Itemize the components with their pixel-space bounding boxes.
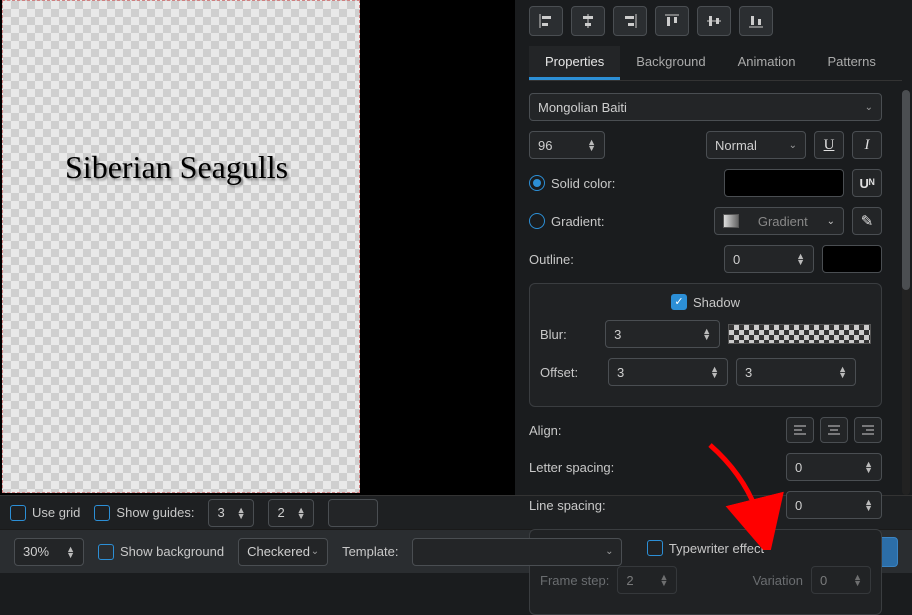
edit-gradient-button[interactable]: ✎	[852, 207, 882, 235]
solid-color-swatch[interactable]	[724, 169, 844, 197]
chevron-down-icon: ⌄	[311, 546, 319, 557]
background-mode-value: Checkered	[247, 544, 310, 559]
checkbox-off-icon	[647, 540, 663, 556]
blur-spinner[interactable]: 3 ▲▼	[605, 320, 720, 348]
offset-y-spinner[interactable]: 3 ▲▼	[736, 358, 856, 386]
guides-cols-spinner[interactable]: 3 ▲▼	[208, 499, 254, 527]
canvas-area: Siberian Seagulls	[0, 0, 515, 495]
guides-text-input[interactable]	[328, 499, 378, 527]
align-vertical-centers-icon[interactable]	[697, 6, 731, 36]
solid-color-label: Solid color:	[551, 176, 615, 191]
chevron-down-icon: ⌄	[789, 140, 797, 151]
tab-animation[interactable]: Animation	[722, 46, 812, 80]
gradient-select[interactable]: Gradient ⌄	[714, 207, 844, 235]
frame-step-value: 2	[626, 573, 633, 588]
show-background-label: Show background	[120, 544, 224, 559]
background-mode-select[interactable]: Checkered ⌄	[238, 538, 328, 566]
text-align-right-button[interactable]	[854, 417, 882, 443]
font-weight-select[interactable]: Normal ⌄	[706, 131, 806, 159]
line-spacing-value: 0	[795, 498, 802, 513]
chevron-down-icon: ⌄	[827, 216, 835, 227]
shadow-color-swatch[interactable]	[728, 324, 871, 344]
typewriter-checkbox[interactable]: Typewriter effect	[647, 540, 764, 556]
offset-x-value: 3	[617, 365, 624, 380]
template-select[interactable]: ⌄	[412, 538, 622, 566]
gradient-placeholder: Gradient	[758, 214, 808, 229]
checkbox-on-icon	[671, 294, 687, 310]
zoom-spinner[interactable]: 30% ▲▼	[14, 538, 84, 566]
align-left-edges-icon[interactable]	[529, 6, 563, 36]
line-spacing-label: Line spacing:	[529, 498, 629, 513]
font-family-value: Mongolian Baiti	[538, 100, 627, 115]
checkbox-off-icon	[98, 544, 114, 560]
italic-button[interactable]: I	[852, 131, 882, 159]
outline-width-spinner[interactable]: 0 ▲▼	[724, 245, 814, 273]
text-align-left-button[interactable]	[786, 417, 814, 443]
tab-properties[interactable]: Properties	[529, 46, 620, 80]
checkbox-off-icon	[10, 505, 26, 521]
show-guides-checkbox[interactable]: Show guides:	[94, 505, 194, 521]
line-spacing-spinner[interactable]: 0 ▲▼	[786, 491, 882, 519]
zoom-value: 30%	[23, 544, 49, 559]
chevron-down-icon: ⌄	[605, 546, 613, 557]
chevron-down-icon: ⌄	[865, 102, 873, 113]
offset-x-spinner[interactable]: 3 ▲▼	[608, 358, 728, 386]
outline-label: Outline:	[529, 252, 629, 267]
font-family-select[interactable]: Mongolian Baiti ⌄	[529, 93, 882, 121]
title-text[interactable]: Siberian Seagulls	[65, 149, 288, 186]
variation-label: Variation	[753, 573, 803, 588]
guides-rows-value: 2	[277, 505, 284, 520]
guides-rows-spinner[interactable]: 2 ▲▼	[268, 499, 314, 527]
use-grid-label: Use grid	[32, 505, 80, 520]
letter-spacing-spinner[interactable]: 0 ▲▼	[786, 453, 882, 481]
variation-value: 0	[820, 573, 827, 588]
radio-on-icon	[529, 175, 545, 191]
shadow-group: Shadow Blur: 3 ▲▼ Offset: 3 ▲▼	[529, 283, 882, 407]
offset-label: Offset:	[540, 365, 600, 380]
offset-y-value: 3	[745, 365, 752, 380]
align-bottom-edges-icon[interactable]	[739, 6, 773, 36]
blur-value: 3	[614, 327, 621, 342]
outline-color-swatch[interactable]	[822, 245, 882, 273]
outline-value: 0	[733, 252, 740, 267]
gradient-swatch-icon	[723, 214, 739, 228]
unicolor-button[interactable]: Uᴺ	[852, 169, 882, 197]
scrollbar-thumb[interactable]	[902, 90, 910, 290]
blur-label: Blur:	[540, 327, 597, 342]
variation-spinner: 0 ▲▼	[811, 566, 871, 594]
tab-background[interactable]: Background	[620, 46, 721, 80]
panel-scrollbar[interactable]	[902, 90, 910, 495]
show-background-checkbox[interactable]: Show background	[98, 544, 224, 560]
typewriter-label: Typewriter effect	[669, 541, 764, 556]
radio-off-icon	[529, 213, 545, 229]
align-label: Align:	[529, 423, 629, 438]
frame-step-label: Frame step:	[540, 573, 609, 588]
align-right-edges-icon[interactable]	[613, 6, 647, 36]
underline-button[interactable]: U	[814, 131, 844, 159]
checkbox-off-icon	[94, 505, 110, 521]
font-size-value: 96	[538, 138, 552, 153]
solid-color-radio[interactable]: Solid color:	[529, 175, 615, 191]
title-canvas[interactable]: Siberian Seagulls	[2, 0, 360, 493]
guides-cols-value: 3	[217, 505, 224, 520]
text-align-center-button[interactable]	[820, 417, 848, 443]
frame-step-spinner: 2 ▲▼	[617, 566, 677, 594]
layout-align-toolbar	[529, 6, 902, 36]
shadow-checkbox[interactable]: Shadow	[671, 294, 740, 310]
property-tabs: Properties Background Animation Patterns	[529, 46, 902, 81]
align-horizontal-centers-icon[interactable]	[571, 6, 605, 36]
shadow-label: Shadow	[693, 295, 740, 310]
use-grid-checkbox[interactable]: Use grid	[10, 505, 80, 521]
template-label: Template:	[342, 544, 398, 559]
show-guides-label: Show guides:	[116, 505, 194, 520]
gradient-label: Gradient:	[551, 214, 604, 229]
letter-spacing-label: Letter spacing:	[529, 460, 629, 475]
tab-patterns[interactable]: Patterns	[811, 46, 891, 80]
properties-panel: Properties Background Animation Patterns…	[515, 0, 912, 495]
font-weight-value: Normal	[715, 138, 757, 153]
font-size-spinner[interactable]: 96 ▲▼	[529, 131, 605, 159]
letter-spacing-value: 0	[795, 460, 802, 475]
align-top-edges-icon[interactable]	[655, 6, 689, 36]
gradient-radio[interactable]: Gradient:	[529, 213, 604, 229]
